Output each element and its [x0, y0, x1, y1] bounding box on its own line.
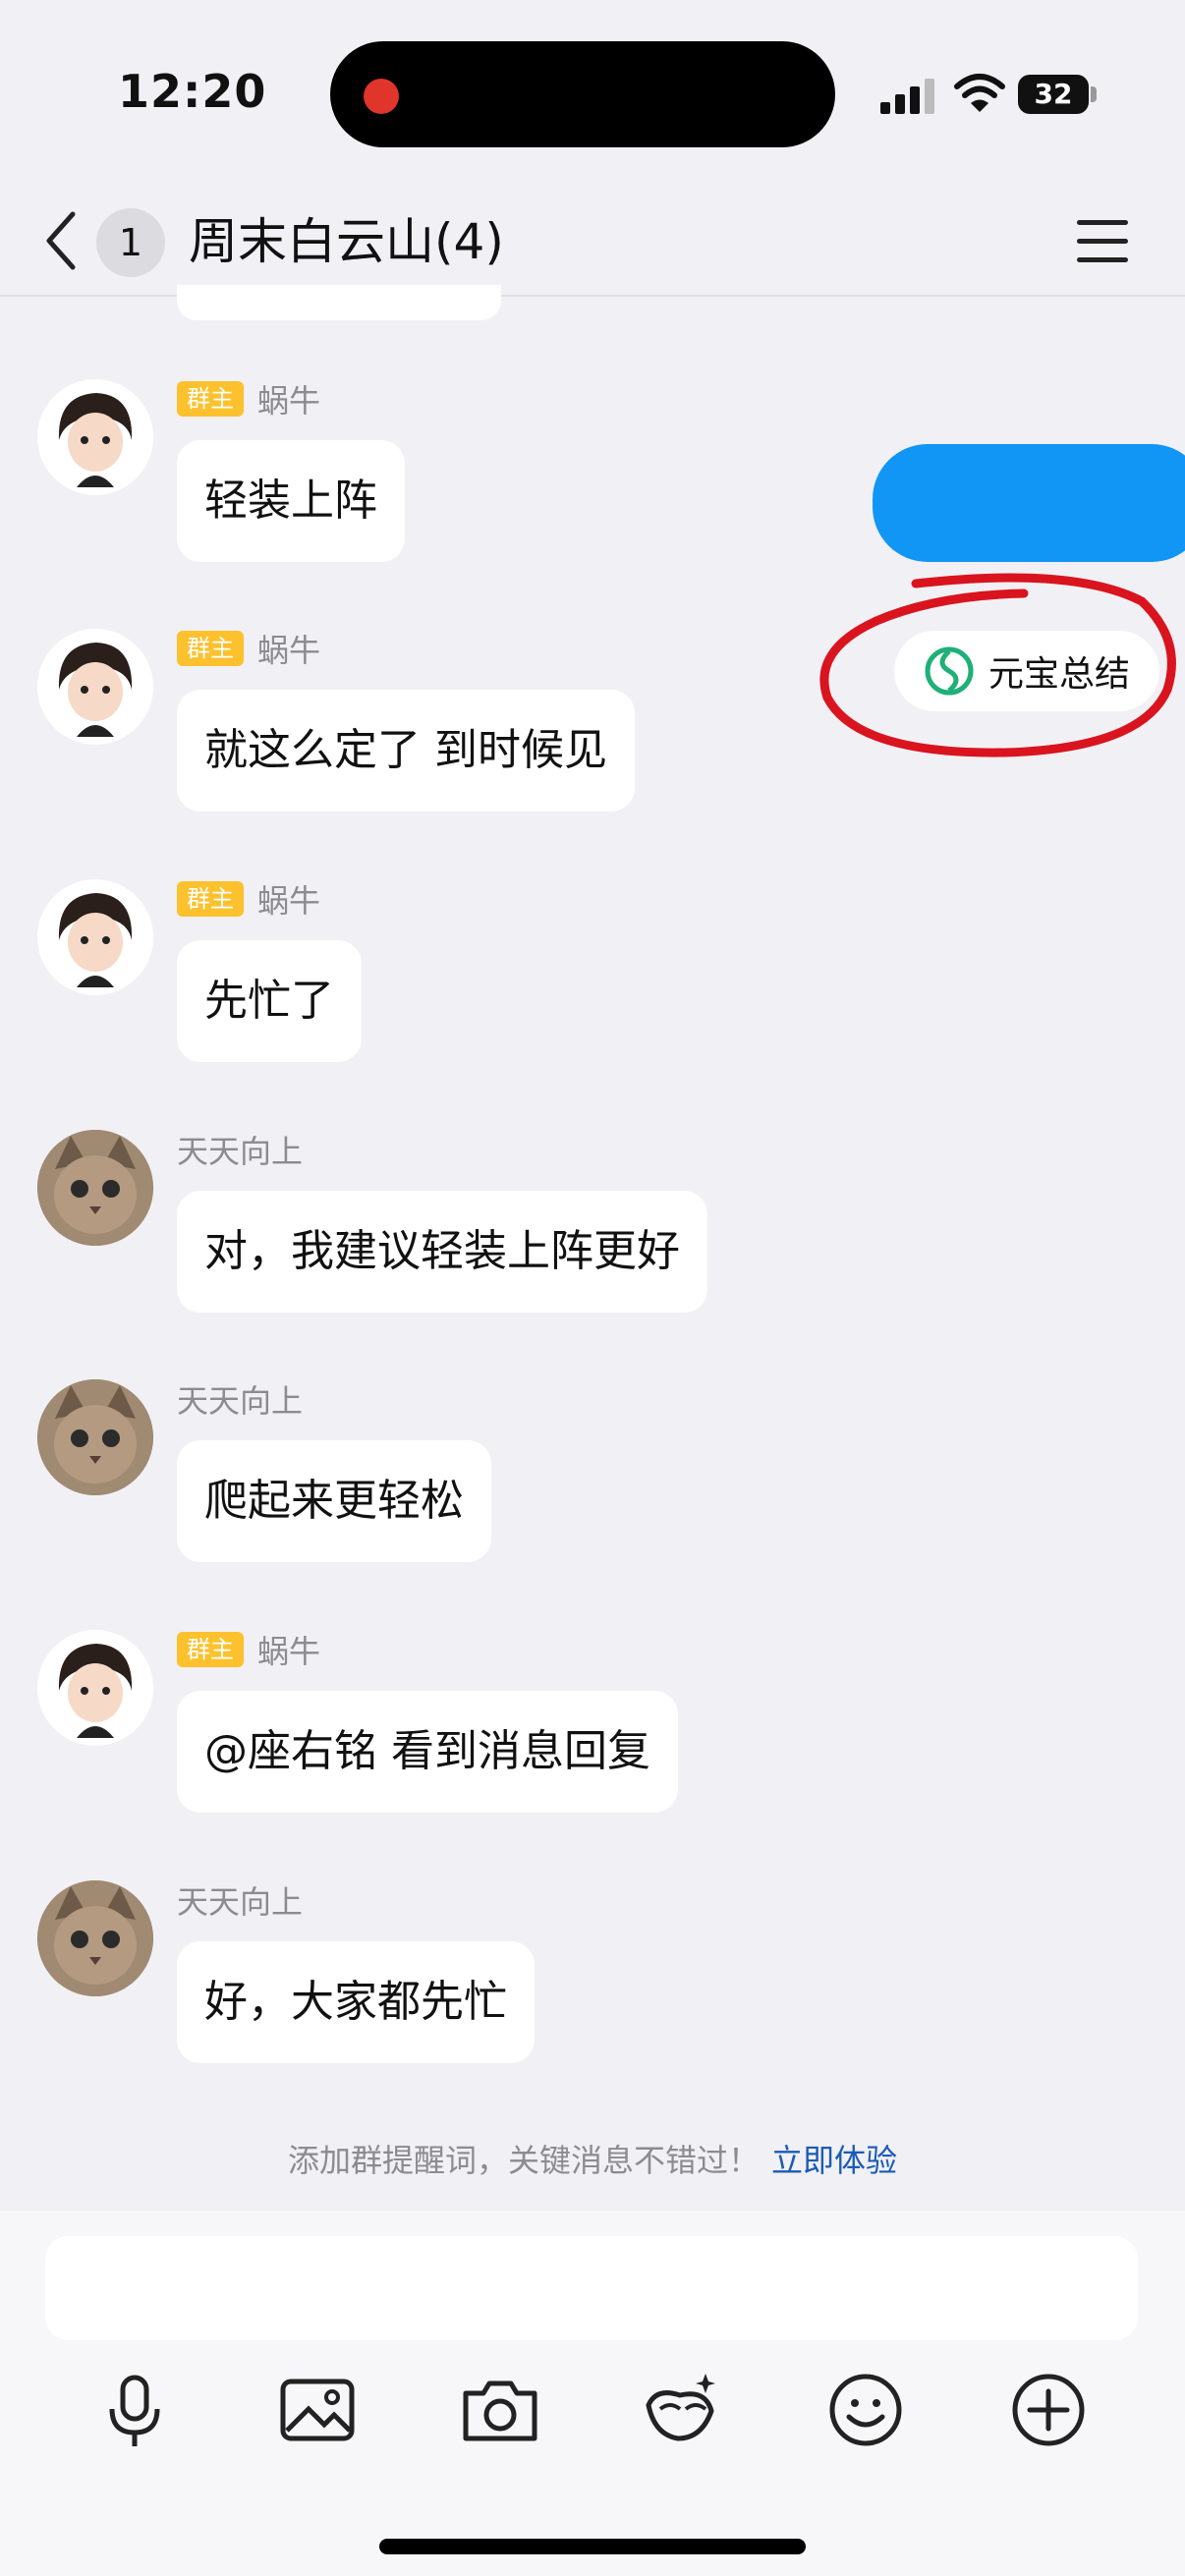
- sender-row: 群主 蜗牛: [177, 1627, 320, 1672]
- message-bubble[interactable]: @座右铭 看到消息回复: [177, 1691, 678, 1813]
- message-input[interactable]: [45, 2236, 1138, 2340]
- sender-name[interactable]: 蜗牛: [257, 1627, 320, 1672]
- message-bubble[interactable]: 爬起来更轻松: [177, 1440, 491, 1562]
- try-now-link[interactable]: 立即体验: [771, 2142, 897, 2179]
- image-icon[interactable]: [273, 2366, 362, 2454]
- chat-title: 周末白云山(4): [189, 213, 504, 270]
- group-owner-badge: 群主: [177, 881, 244, 917]
- message-bubble[interactable]: 轻装上阵: [177, 440, 405, 562]
- outgoing-message-bubble[interactable]: [873, 444, 1185, 562]
- status-time: 12:20: [118, 65, 267, 118]
- cellular-signal-icon: [880, 79, 939, 114]
- back-chevron-icon[interactable]: [39, 206, 88, 275]
- avatar-cat[interactable]: [37, 1880, 153, 1996]
- summary-label: 元宝总结: [988, 654, 1130, 695]
- group-owner-badge: 群主: [177, 631, 244, 666]
- message-bubble[interactable]: 好，大家都先忙: [177, 1941, 535, 2063]
- sender-name[interactable]: 蜗牛: [257, 376, 320, 421]
- input-area: [0, 2211, 1185, 2576]
- avatar-snail[interactable]: [37, 1630, 153, 1746]
- dynamic-island: [330, 41, 835, 147]
- sender-row: 群主 蜗牛: [177, 376, 320, 421]
- sender-row: 天天向上: [177, 1376, 303, 1422]
- emoji-icon[interactable]: [821, 2366, 910, 2454]
- sender-name[interactable]: 蜗牛: [257, 876, 320, 922]
- avatar-cat[interactable]: [37, 1130, 153, 1246]
- sender-name[interactable]: 蜗牛: [257, 626, 320, 671]
- chat-header: 1 周末白云山(4): [0, 187, 1185, 295]
- message-bubble[interactable]: 先忙了: [177, 940, 362, 1062]
- battery-level: 32: [1034, 78, 1073, 110]
- sender-name[interactable]: 天天向上: [177, 1376, 303, 1422]
- message-bubble[interactable]: 对，我建议轻装上阵更好: [177, 1191, 707, 1313]
- avatar-snail[interactable]: [37, 879, 153, 995]
- input-toolbar: [0, 2366, 1185, 2464]
- yuanbao-summary-button[interactable]: 元宝总结: [894, 631, 1159, 711]
- group-owner-badge: 群主: [177, 1632, 244, 1667]
- plus-icon[interactable]: [1004, 2366, 1093, 2454]
- sender-row: 群主 蜗牛: [177, 876, 320, 922]
- home-indicator: [379, 2539, 806, 2554]
- battery-cap: [1091, 86, 1097, 102]
- battery-icon: 32: [1018, 75, 1089, 114]
- ai-assistant-icon[interactable]: [637, 2366, 725, 2454]
- group-reminder-hint: 添加群提醒词，关键消息不错过！ 立即体验: [0, 2138, 1185, 2183]
- recording-indicator: [364, 79, 399, 114]
- message-bubble[interactable]: 就这么定了 到时候见: [177, 690, 635, 812]
- sender-name[interactable]: 天天向上: [177, 1877, 303, 1923]
- sender-row: 天天向上: [177, 1877, 303, 1923]
- yuanbao-logo-icon: [925, 646, 974, 696]
- previous-message-bubble: [177, 285, 501, 320]
- sender-name[interactable]: 天天向上: [177, 1127, 303, 1172]
- mic-icon[interactable]: [90, 2366, 179, 2454]
- avatar-cat[interactable]: [37, 1379, 153, 1495]
- sender-row: 天天向上: [177, 1127, 303, 1172]
- wifi-icon: [954, 74, 1005, 112]
- camera-icon[interactable]: [456, 2366, 544, 2454]
- unread-count-badge[interactable]: 1: [96, 208, 165, 277]
- avatar-snail[interactable]: [37, 379, 153, 495]
- hint-text: 添加群提醒词，关键消息不错过！: [287, 2142, 760, 2179]
- group-owner-badge: 群主: [177, 381, 244, 417]
- menu-icon[interactable]: [1073, 206, 1132, 275]
- sender-row: 群主 蜗牛: [177, 626, 320, 671]
- avatar-snail[interactable]: [37, 629, 153, 745]
- status-bar: 12:20 32: [0, 0, 1185, 187]
